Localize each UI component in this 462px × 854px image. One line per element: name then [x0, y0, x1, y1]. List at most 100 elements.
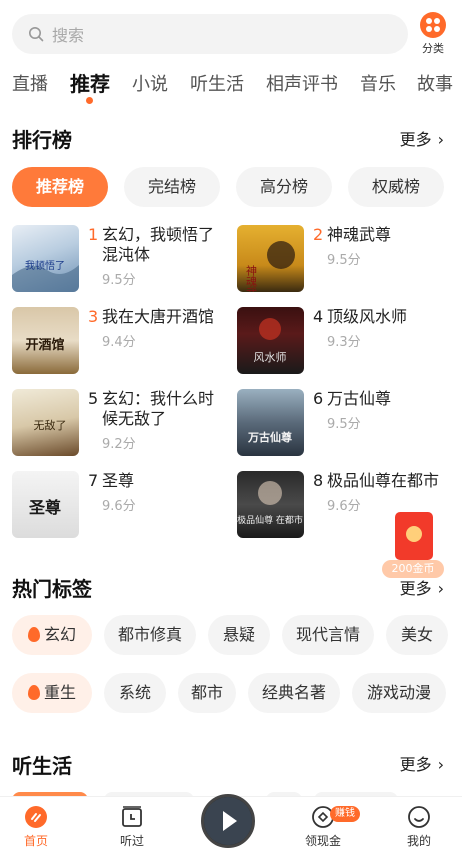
rank-tab-recommend[interactable]: 推荐榜	[12, 167, 108, 207]
book-score: 9.6分	[102, 499, 136, 514]
book-cover: 神魂武尊	[237, 225, 304, 292]
nav-history[interactable]: 听过	[102, 805, 162, 849]
nav-me[interactable]: 我的	[389, 805, 449, 849]
tag-chip[interactable]: 重生	[12, 673, 92, 713]
book-item[interactable]: 风水师 4 顶级风水师 9.3分	[237, 307, 457, 377]
tag-chip[interactable]: 系统	[104, 673, 166, 713]
book-title: 圣尊	[102, 471, 135, 490]
chevron-right-icon: ›	[437, 130, 444, 149]
now-playing-button[interactable]	[201, 794, 255, 848]
tab-listen-life[interactable]: 听生活	[190, 70, 244, 96]
active-tab-indicator	[86, 97, 93, 104]
ranking-more-link[interactable]: 更多 ›	[400, 126, 444, 150]
ranking-title: 排行榜	[12, 128, 72, 152]
red-packet-icon	[406, 526, 422, 542]
category-button[interactable]: 分类	[416, 12, 450, 56]
book-rank: 5	[88, 389, 99, 408]
nav-cash-label: 领现金	[304, 834, 341, 848]
cover-title: 风水师	[254, 351, 287, 364]
tags-more-label: 更多	[399, 579, 432, 598]
book-rank: 8	[313, 471, 324, 490]
tag-label: 玄幻	[43, 625, 76, 644]
book-item[interactable]: 神魂武尊 2 神魂武尊 9.5分	[237, 225, 457, 295]
rank-tab-completed[interactable]: 完结榜	[124, 167, 220, 207]
chevron-right-icon: ›	[437, 755, 444, 774]
book-cover: 无敌了	[12, 389, 79, 456]
cover-title: 开酒馆	[25, 337, 64, 353]
book-score: 9.4分	[102, 335, 136, 350]
nav-history-label: 听过	[119, 834, 144, 848]
play-icon	[204, 797, 252, 845]
tag-chip[interactable]: 经典名著	[248, 673, 340, 713]
book-item[interactable]: 无敌了 5 玄幻：我什么时候无敌了 9.2分	[12, 389, 232, 459]
book-title: 我在大唐开酒馆	[102, 307, 215, 326]
book-cover: 我顿悟了	[12, 225, 79, 292]
cover-title: 极品仙尊 在都市	[237, 514, 303, 526]
category-label: 分类	[422, 42, 444, 55]
book-rank: 2	[313, 225, 324, 244]
book-item[interactable]: 万古仙尊 6 万古仙尊 9.5分	[237, 389, 457, 459]
book-item[interactable]: 圣尊 7 圣尊 9.6分	[12, 471, 232, 541]
book-cover: 圣尊	[12, 471, 79, 538]
book-title: 玄幻：我什么时候无敌了	[102, 389, 215, 428]
tag-label: 重生	[43, 683, 76, 702]
cover-title: 万古仙尊	[247, 430, 292, 444]
tab-recommend[interactable]: 推荐	[70, 68, 110, 97]
book-title: 极品仙尊在都市	[327, 471, 440, 490]
book-score: 9.2分	[102, 437, 136, 452]
listen-life-more-label: 更多	[399, 755, 432, 774]
book-score: 9.5分	[102, 273, 136, 288]
book-rank: 4	[313, 307, 324, 326]
channel-tabs: 直播 推荐 小说 听生活 相声评书 音乐 故事	[0, 66, 462, 102]
tab-music[interactable]: 音乐	[360, 70, 396, 96]
tag-chip[interactable]: 都市修真	[104, 615, 196, 655]
rank-tab-high-score[interactable]: 高分榜	[236, 167, 332, 207]
book-rank: 1	[88, 225, 99, 244]
ranking-more-label: 更多	[399, 130, 432, 149]
book-score: 9.5分	[327, 417, 361, 432]
book-title: 顶级风水师	[327, 307, 408, 326]
tab-story[interactable]: 故事	[417, 70, 453, 96]
red-packet-widget[interactable]	[395, 512, 433, 560]
book-item[interactable]: 开酒馆 3 我在大唐开酒馆 9.4分	[12, 307, 232, 377]
book-cover: 风水师	[237, 307, 304, 374]
cover-title: 无敌了	[34, 418, 67, 432]
nav-home-label: 首页	[23, 834, 48, 848]
category-icon	[420, 12, 446, 38]
cash-badge: 赚钱	[330, 806, 360, 822]
tag-chip[interactable]: 美女	[386, 615, 448, 655]
cover-title: 神魂武尊	[245, 264, 258, 292]
book-rank: 3	[88, 307, 99, 326]
book-score: 9.5分	[327, 253, 361, 268]
search-bar[interactable]: 搜索	[12, 14, 408, 54]
flame-icon	[27, 627, 40, 642]
tags-title: 热门标签	[12, 577, 92, 601]
book-cover: 万古仙尊	[237, 389, 304, 456]
tag-chip[interactable]: 现代言情	[282, 615, 374, 655]
cover-title: 圣尊	[28, 498, 61, 517]
book-title: 万古仙尊	[327, 389, 392, 408]
listen-life-title: 听生活	[12, 754, 72, 778]
tag-chip[interactable]: 悬疑	[208, 615, 270, 655]
book-title: 玄幻，我顿悟了混沌体	[102, 225, 215, 264]
nav-home[interactable]: 首页	[6, 805, 66, 849]
tag-chip[interactable]: 游戏动漫	[352, 673, 446, 713]
tag-chip[interactable]: 玄幻	[12, 615, 92, 655]
tag-chip[interactable]: 都市	[178, 673, 236, 713]
book-rank: 6	[313, 389, 324, 408]
book-score: 9.3分	[327, 335, 361, 350]
book-item[interactable]: 我顿悟了 1 玄幻，我顿悟了混沌体 9.5分	[12, 225, 232, 295]
tab-live[interactable]: 直播	[12, 70, 48, 96]
nav-me-label: 我的	[406, 834, 431, 848]
profile-icon	[408, 806, 430, 828]
tags-more-link[interactable]: 更多 ›	[400, 575, 444, 599]
flame-icon	[27, 685, 40, 700]
home-icon	[25, 806, 47, 828]
listen-life-more-link[interactable]: 更多 ›	[400, 751, 444, 775]
rank-tab-authority[interactable]: 权威榜	[348, 167, 444, 207]
tab-novel[interactable]: 小说	[132, 70, 168, 96]
book-cover: 极品仙尊 在都市	[237, 471, 304, 538]
history-icon	[122, 806, 142, 827]
chevron-right-icon: ›	[437, 579, 444, 598]
tab-crosstalk[interactable]: 相声评书	[266, 70, 338, 96]
